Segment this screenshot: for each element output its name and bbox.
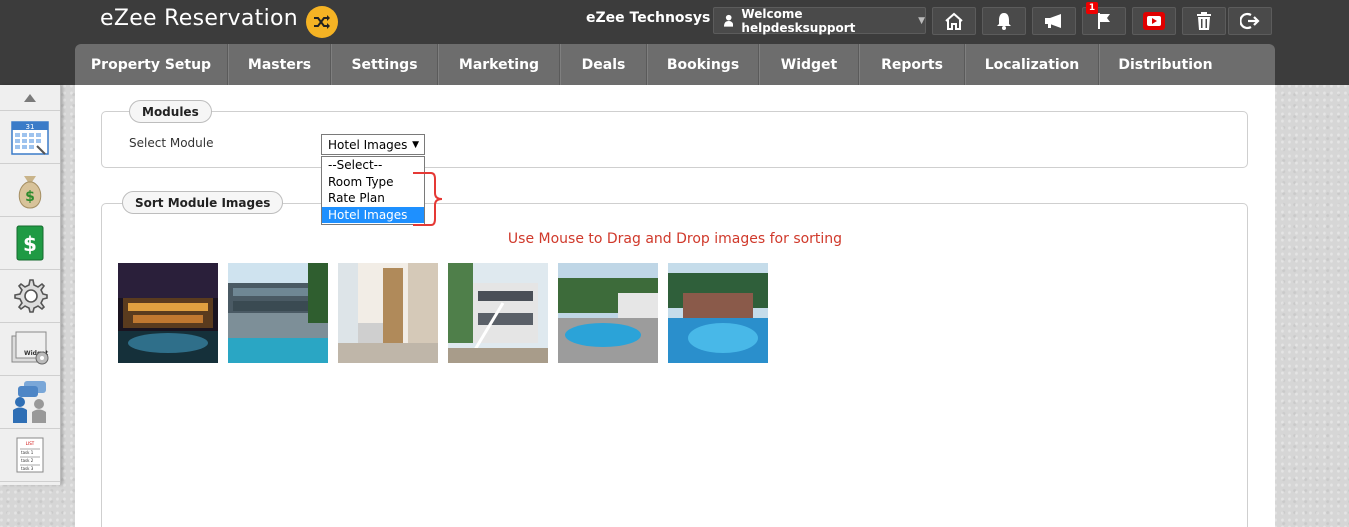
nav-distribution[interactable]: Distribution — [1099, 44, 1231, 85]
chevron-down-icon: ▼ — [918, 15, 925, 26]
select-module-label: Select Module — [129, 136, 214, 150]
notifications-button[interactable] — [982, 7, 1026, 35]
user-icon — [724, 14, 734, 27]
drag-drop-instruction: Use Mouse to Drag and Drop images for so… — [507, 231, 843, 247]
sidebar-item-settings[interactable] — [0, 270, 60, 323]
svg-text:$: $ — [25, 189, 35, 205]
nav-settings[interactable]: Settings — [331, 44, 438, 85]
task-list-icon: LIST task 1 task 2 task 3 — [16, 437, 44, 473]
youtube-icon — [1143, 12, 1165, 30]
nav-masters[interactable]: Masters — [228, 44, 331, 85]
left-sidebar: 31 $ $ Widget LIST task 1 task 2 task 3 — [0, 85, 61, 485]
nav-marketing[interactable]: Marketing — [438, 44, 560, 85]
annotation-bracket — [413, 172, 443, 226]
nav-reports[interactable]: Reports — [859, 44, 965, 85]
trash-button[interactable] — [1182, 7, 1226, 35]
company-name: eZee Technosys — [586, 10, 711, 26]
hotel-image-1[interactable] — [118, 263, 218, 363]
hotel-image-3[interactable] — [338, 263, 438, 363]
sidebar-item-tasks[interactable]: LIST task 1 task 2 task 3 — [0, 429, 60, 482]
modules-legend: Modules — [129, 100, 212, 123]
bell-icon — [997, 13, 1011, 30]
calendar-icon: 31 — [11, 121, 49, 155]
calendar-day-label: 31 — [26, 123, 35, 131]
task-item-2: task 2 — [21, 458, 34, 463]
flags-button[interactable]: 1 — [1082, 2, 1126, 35]
nav-deals[interactable]: Deals — [560, 44, 647, 85]
caret-up-icon — [24, 93, 36, 102]
hotel-image-6[interactable] — [668, 263, 768, 363]
svg-text:$: $ — [23, 232, 37, 256]
hotel-image-2[interactable] — [228, 263, 328, 363]
nav-localization[interactable]: Localization — [965, 44, 1099, 85]
chevron-down-icon: ▼ — [412, 139, 419, 150]
main-content: Modules Select Module Hotel Images ▼ --S… — [75, 85, 1275, 527]
nav-widget[interactable]: Widget — [759, 44, 859, 85]
megaphone-icon — [1045, 14, 1061, 28]
user-menu[interactable]: Welcome helpdesksupport ▼ — [713, 6, 926, 35]
sidebar-item-money-bag[interactable]: $ — [0, 164, 60, 217]
module-option-select[interactable]: --Select-- — [322, 157, 424, 174]
modules-fieldset — [101, 111, 1248, 168]
sort-images-fieldset — [101, 203, 1248, 527]
money-bag-icon: $ — [18, 176, 42, 209]
hotel-image-4[interactable] — [448, 263, 548, 363]
trash-icon — [1197, 12, 1211, 30]
top-header: eZee Reservation eZee Technosys Welcome … — [0, 0, 1349, 85]
sidebar-item-calendar[interactable]: 31 — [0, 111, 60, 164]
dollar-icon: $ — [16, 225, 44, 261]
notification-badge: 1 — [1086, 2, 1098, 14]
announcements-button[interactable] — [1032, 7, 1076, 35]
app-title: eZee Reservation — [100, 6, 298, 31]
module-option-hotel-images[interactable]: Hotel Images — [322, 206, 424, 223]
module-option-room-type[interactable]: Room Type — [322, 174, 424, 191]
hotel-image-5[interactable] — [558, 263, 658, 363]
task-item-3: task 3 — [21, 466, 34, 471]
youtube-button[interactable] — [1132, 7, 1176, 35]
home-button[interactable] — [932, 7, 976, 35]
sidebar-item-dollar[interactable]: $ — [0, 217, 60, 270]
task-list-heading: LIST — [26, 441, 35, 446]
module-dropdown-list: --Select-- Room Type Rate Plan Hotel Ima… — [321, 156, 425, 225]
logout-icon — [1240, 12, 1260, 30]
module-option-rate-plan[interactable]: Rate Plan — [322, 190, 424, 207]
shuffle-icon[interactable] — [306, 6, 338, 38]
nav-bookings[interactable]: Bookings — [647, 44, 759, 85]
sidebar-item-widget[interactable]: Widget — [0, 323, 60, 376]
sidebar-item-users[interactable] — [0, 376, 60, 429]
task-item-1: task 1 — [21, 450, 34, 455]
module-select-value: Hotel Images — [328, 137, 408, 152]
users-chat-icon — [13, 381, 46, 423]
main-nav: Property Setup Masters Settings Marketin… — [75, 44, 1275, 85]
sort-images-legend: Sort Module Images — [122, 191, 284, 214]
welcome-text: Welcome helpdesksupport — [741, 6, 856, 35]
flag-icon — [1098, 13, 1110, 29]
widget-icon: Widget — [11, 331, 49, 365]
sidebar-scroll-up[interactable] — [0, 85, 60, 111]
gear-icon — [14, 279, 48, 313]
home-icon — [945, 12, 963, 30]
logout-button[interactable] — [1228, 7, 1272, 35]
nav-property-setup[interactable]: Property Setup — [75, 44, 228, 85]
module-select[interactable]: Hotel Images ▼ — [321, 134, 425, 155]
